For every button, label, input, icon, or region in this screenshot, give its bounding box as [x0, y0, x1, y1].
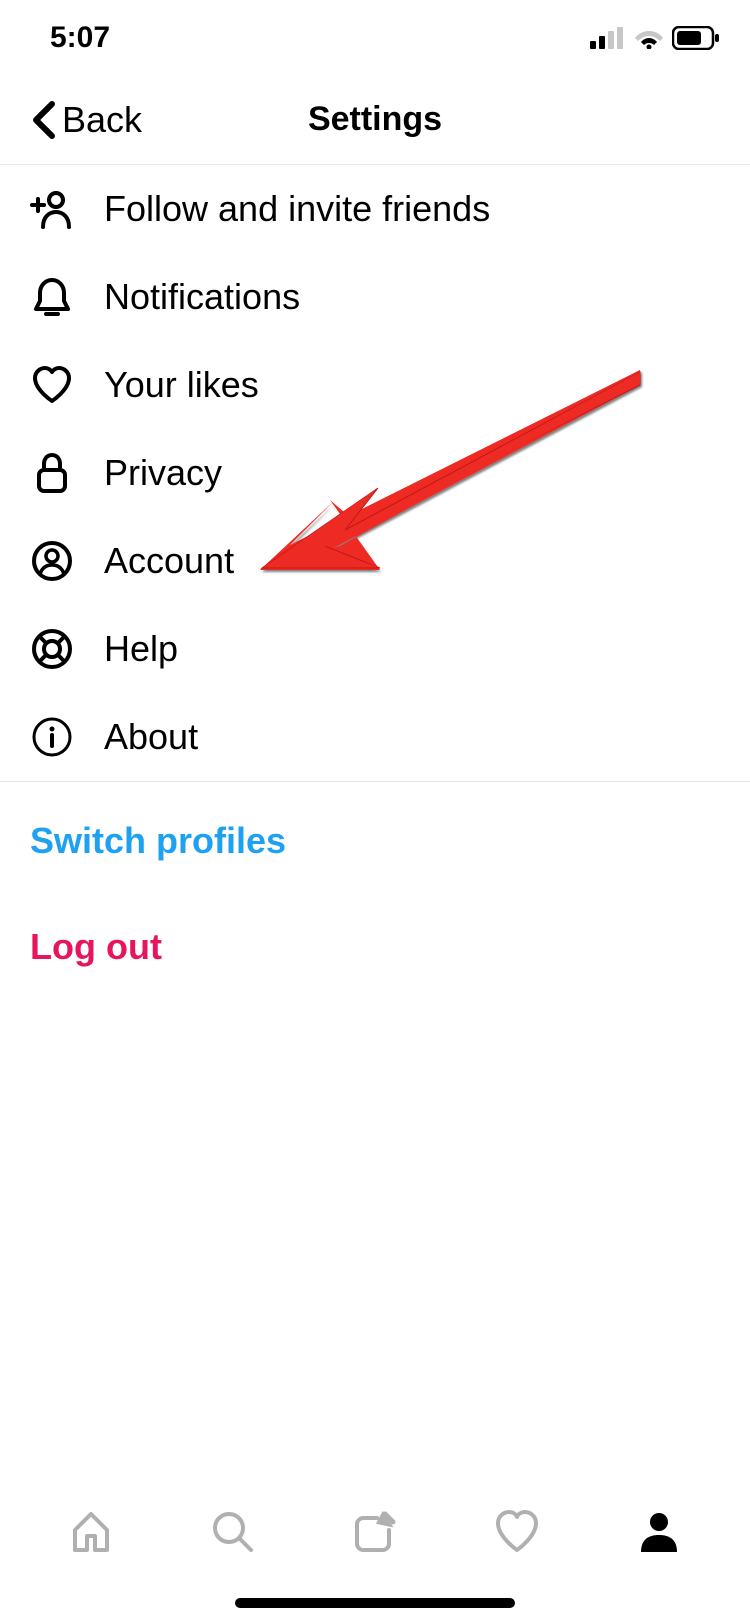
setting-label: About	[104, 716, 198, 758]
chevron-left-icon	[30, 100, 56, 140]
setting-item-notifications[interactable]: Notifications	[0, 253, 750, 341]
home-indicator	[235, 1598, 515, 1608]
info-icon	[30, 715, 74, 759]
bell-icon	[30, 275, 74, 319]
setting-item-help[interactable]: Help	[0, 605, 750, 693]
lifebuoy-icon	[30, 627, 74, 671]
lock-icon	[30, 451, 74, 495]
profile-filled-icon	[635, 1508, 683, 1556]
page-title: Settings	[308, 100, 442, 139]
compose-icon	[351, 1508, 399, 1556]
action-links: Switch profiles Log out	[0, 782, 750, 1054]
tab-profile[interactable]	[631, 1504, 687, 1560]
setting-label: Help	[104, 628, 178, 670]
battery-icon	[672, 26, 720, 50]
tab-activity[interactable]	[489, 1504, 545, 1560]
switch-profiles-link[interactable]: Switch profiles	[30, 812, 720, 870]
settings-list: Follow and invite friends Notifications …	[0, 165, 750, 781]
cellular-icon	[590, 27, 626, 49]
setting-item-account[interactable]: Account	[0, 517, 750, 605]
tab-compose[interactable]	[347, 1504, 403, 1560]
search-icon	[209, 1508, 257, 1556]
status-bar: 5:07	[0, 0, 750, 75]
log-out-link[interactable]: Log out	[30, 918, 720, 976]
setting-item-about[interactable]: About	[0, 693, 750, 781]
user-circle-icon	[30, 539, 74, 583]
status-time: 5:07	[50, 21, 110, 55]
wifi-icon	[634, 27, 664, 49]
home-icon	[67, 1508, 115, 1556]
person-add-icon	[30, 187, 74, 231]
status-indicators	[590, 26, 720, 50]
setting-label: Account	[104, 540, 234, 582]
setting-label: Privacy	[104, 452, 222, 494]
setting-label: Your likes	[104, 364, 259, 406]
heart-icon	[30, 363, 74, 407]
navigation-header: Back Settings	[0, 75, 750, 165]
back-label: Back	[62, 99, 142, 141]
setting-item-privacy[interactable]: Privacy	[0, 429, 750, 517]
heart-outline-icon	[493, 1508, 541, 1556]
setting-item-follow[interactable]: Follow and invite friends	[0, 165, 750, 253]
setting-label: Notifications	[104, 276, 300, 318]
back-button[interactable]: Back	[0, 99, 142, 141]
tab-search[interactable]	[205, 1504, 261, 1560]
setting-item-likes[interactable]: Your likes	[0, 341, 750, 429]
setting-label: Follow and invite friends	[104, 188, 490, 230]
tab-home[interactable]	[63, 1504, 119, 1560]
